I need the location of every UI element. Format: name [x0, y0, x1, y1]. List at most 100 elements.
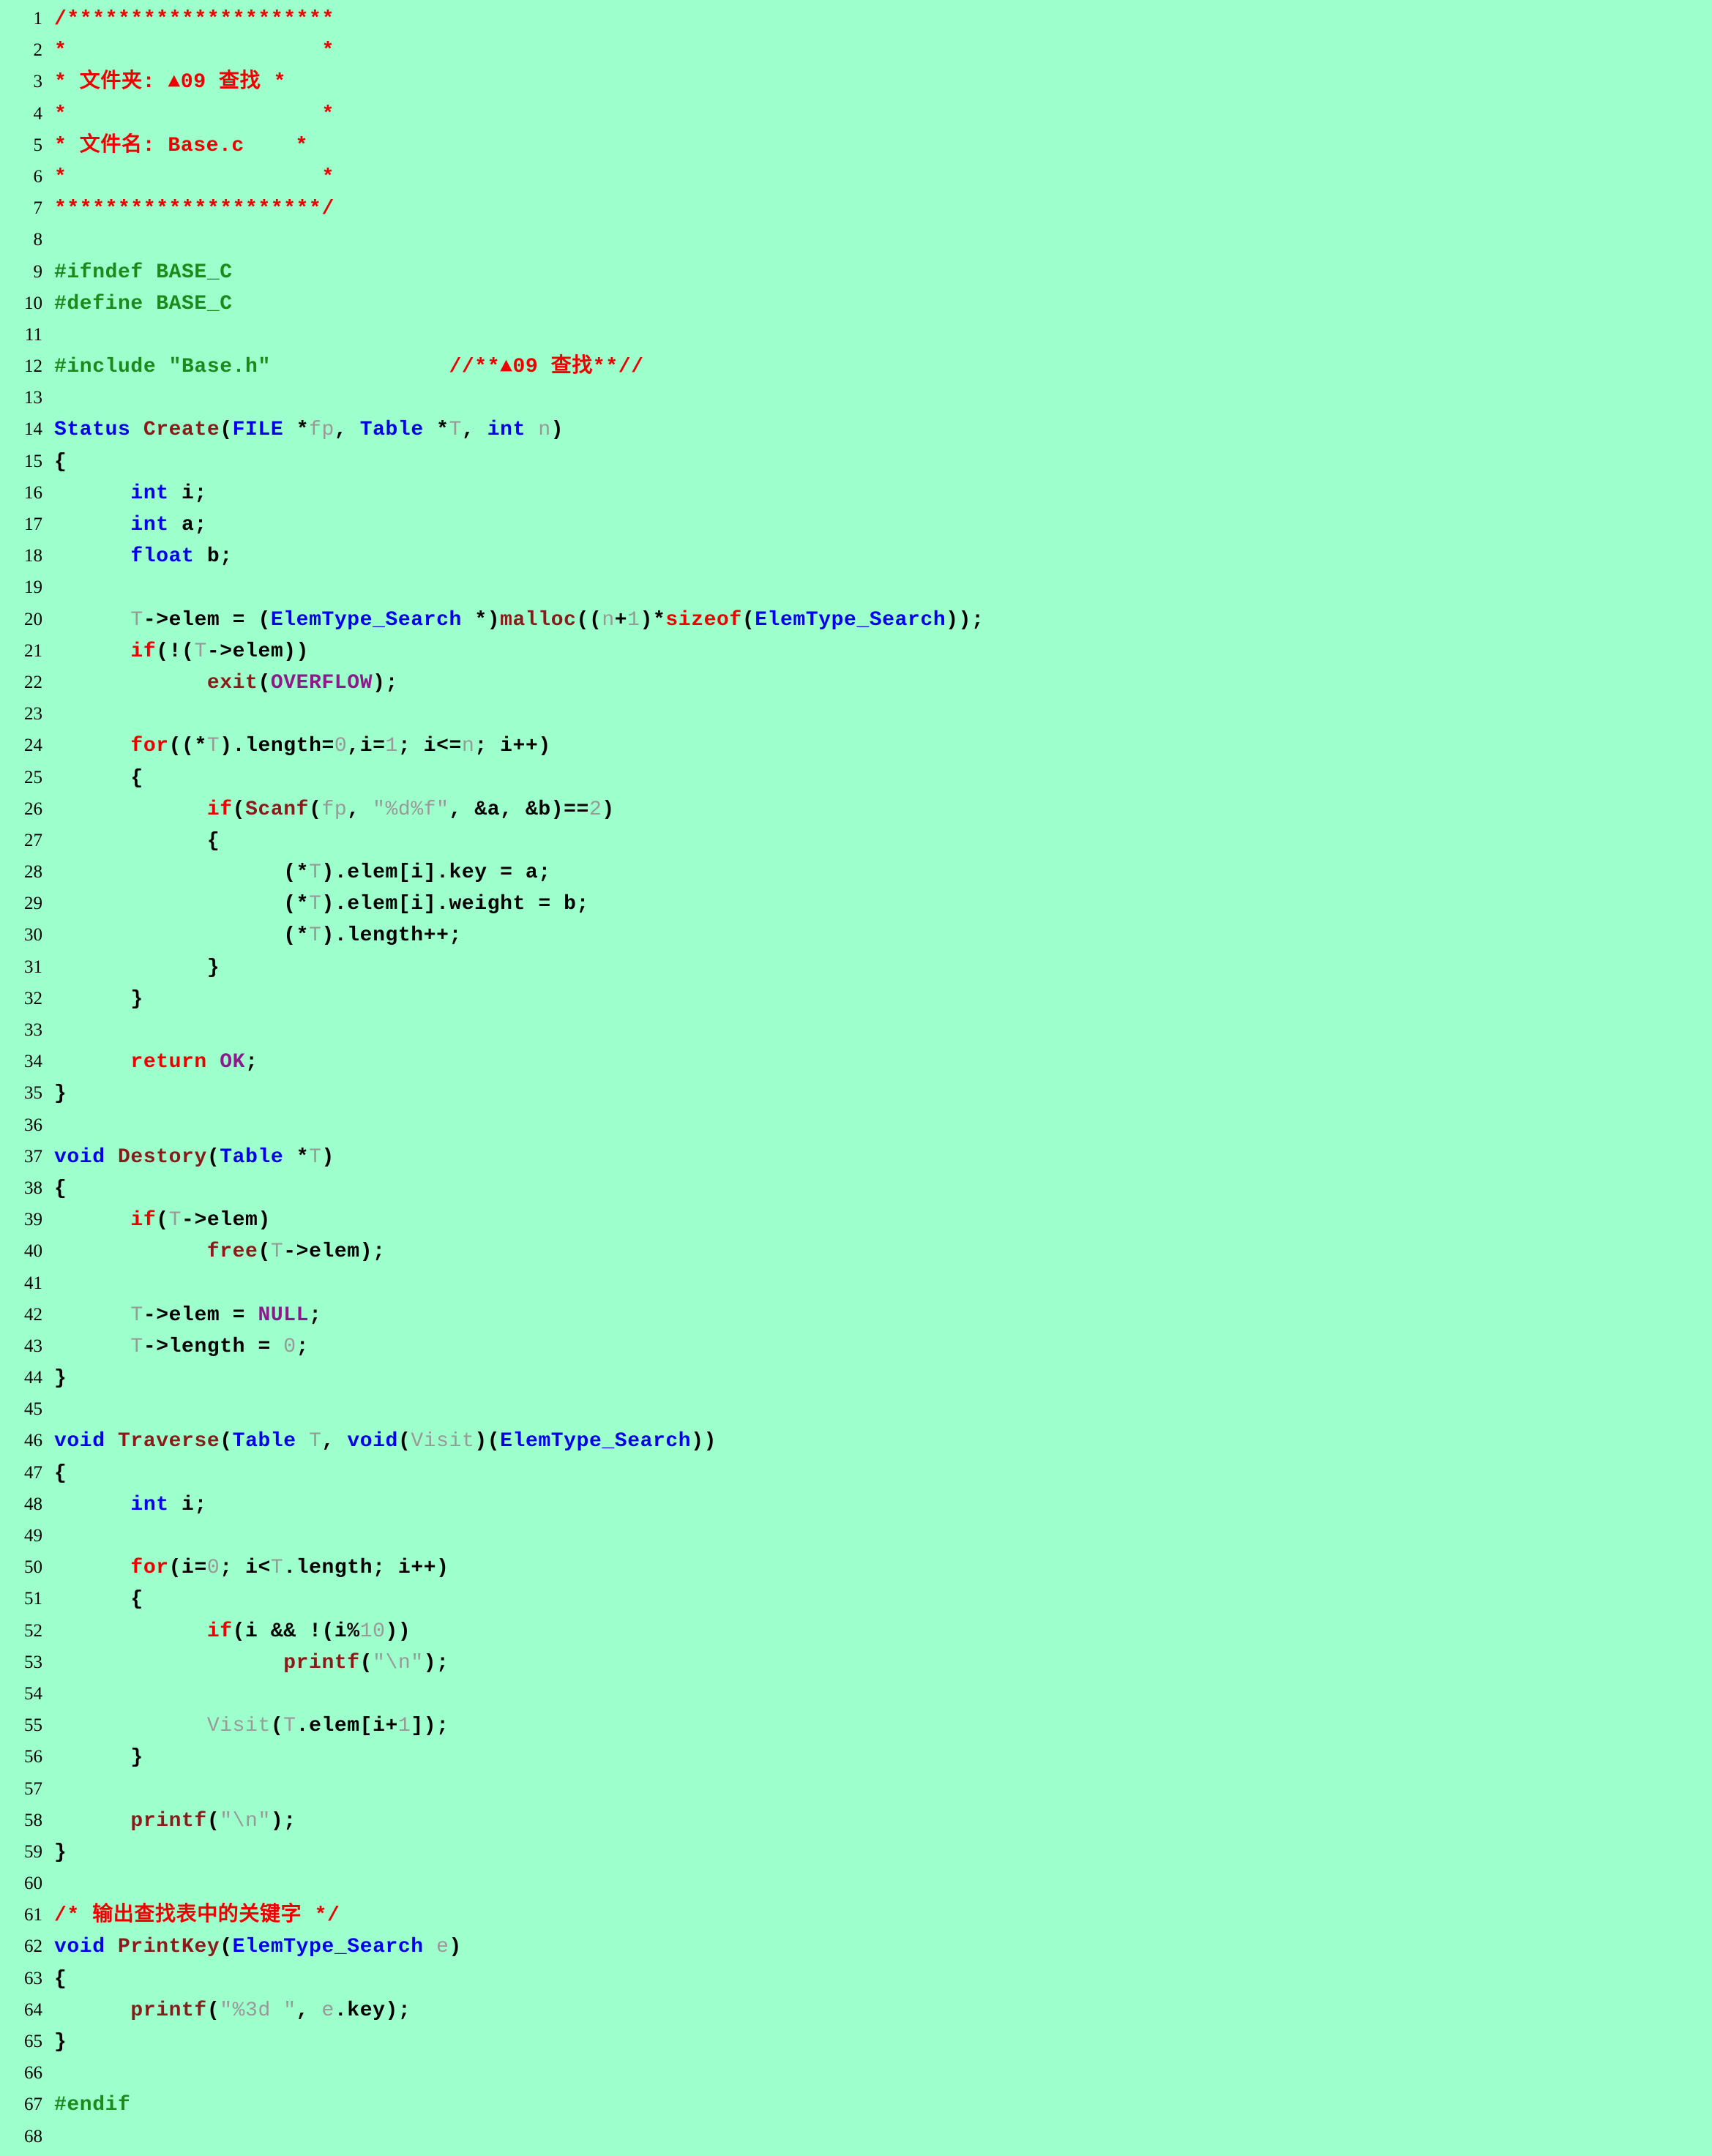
code-line: 52 if(i && !(i%10)) [0, 1615, 1712, 1647]
token-kw: ElemType_Search [270, 608, 462, 632]
token-id: T [449, 419, 462, 442]
code-line-source: { [54, 446, 67, 478]
token-op: i; [168, 1493, 207, 1516]
code-line: 14 Status Create(FILE *fp, Table *T, int … [0, 413, 1712, 445]
code-line-source: /********************* [54, 4, 334, 35]
line-number: 12 [24, 356, 42, 377]
code-line: 16 int i; [0, 477, 1712, 509]
code-line-source: T->length = 0; [54, 1331, 309, 1363]
token-op: a; [168, 514, 207, 536]
code-line-source: void Traverse(Table T, void(Visit)(ElemT… [54, 1426, 717, 1457]
code-line-source: if(i && !(i%10)) [54, 1616, 411, 1647]
line-number: 19 [24, 577, 42, 598]
line-number: 46 [24, 1431, 42, 1451]
token-str: "%d%f" [373, 798, 449, 821]
token-cmt: * 文件名: Base.c * [54, 134, 308, 157]
code-line: 11 [0, 319, 1712, 351]
line-number: 44 [24, 1368, 42, 1388]
line-number: 37 [24, 1146, 42, 1167]
code-line-source: Status Create(FILE *fp, Table *T, int n) [54, 414, 564, 446]
token-id: T [130, 1303, 143, 1327]
code-line: 27 { [0, 825, 1712, 856]
token-str: "\n" [220, 1809, 271, 1833]
token-op: ).elem[i].weight = b; [321, 893, 589, 916]
token-op: ->elem = ( [143, 608, 271, 632]
code-line: 48 int i; [0, 1489, 1712, 1520]
line-number: 41 [24, 1273, 42, 1293]
line-number: 38 [24, 1178, 42, 1198]
code-line: 36 [0, 1109, 1712, 1141]
token-cmt: * * [54, 165, 334, 189]
line-number: 18 [24, 546, 42, 566]
token-op: } [130, 1746, 143, 1770]
token-id: T [309, 1145, 322, 1169]
token-op: (* [283, 893, 310, 916]
token-cmt: /********************* [54, 8, 334, 31]
token-cmt: *********************/ [54, 198, 334, 221]
code-line: 24 for((*T).length=0,i=1; i<=n; i++) [0, 730, 1712, 761]
code-line-source: } [54, 984, 143, 1015]
token-op: ( [397, 1430, 411, 1453]
code-line-source: printf("\n"); [54, 1805, 296, 1837]
token-num: 1 [385, 735, 398, 758]
code-line-source: } [54, 1363, 67, 1394]
code-line: 37 void Destory(Table *T) [0, 1141, 1712, 1172]
line-number: 36 [24, 1115, 42, 1135]
line-number: 14 [24, 419, 42, 440]
code-line: 49 [0, 1520, 1712, 1552]
token-op: , [347, 798, 373, 821]
token-op: ->elem) [182, 1209, 271, 1232]
token-num: 0 [206, 1557, 220, 1580]
token-id: n [461, 735, 475, 758]
token-op: ( [220, 419, 233, 442]
code-line-source: printf("\n"); [54, 1647, 449, 1679]
code-line: 67 #endif [0, 2089, 1712, 2120]
code-line-source: } [54, 1078, 67, 1109]
code-line-source: /* 输出查找表中的关键字 */ [54, 1900, 340, 1931]
code-line: 35} [0, 1077, 1712, 1109]
code-line: 66 [0, 2057, 1712, 2089]
code-line: 47 { [0, 1457, 1712, 1489]
code-line-source: } [54, 2026, 67, 2058]
token-fn: printf [283, 1651, 360, 1674]
token-op: (i= [168, 1557, 207, 1580]
code-line-source: { [54, 1173, 67, 1205]
token-op: (( [168, 735, 195, 758]
code-line-source: int a; [54, 509, 207, 541]
token-num: 2 [588, 798, 602, 821]
line-number: 28 [24, 862, 42, 883]
code-line-source: } [54, 952, 220, 984]
token-id: T [194, 640, 207, 663]
code-line: 59} [0, 1836, 1712, 1868]
code-line: 10 #define BASE_C [0, 288, 1712, 319]
token-fn: printf [130, 1809, 207, 1833]
line-number: 29 [24, 894, 42, 914]
code-line: 29 (*T).elem[i].weight = b; [0, 888, 1712, 919]
token-op: ); [423, 1651, 449, 1674]
code-line: 57 [0, 1773, 1712, 1805]
line-number: 17 [24, 514, 42, 534]
code-line-source: (*T).elem[i].weight = b; [54, 888, 589, 920]
token-op: { [206, 829, 220, 853]
token-op: ; i++) [474, 735, 551, 758]
code-line-source: T->elem = NULL; [54, 1300, 321, 1331]
token-id: T [206, 735, 220, 758]
token-num: 0 [334, 735, 348, 758]
